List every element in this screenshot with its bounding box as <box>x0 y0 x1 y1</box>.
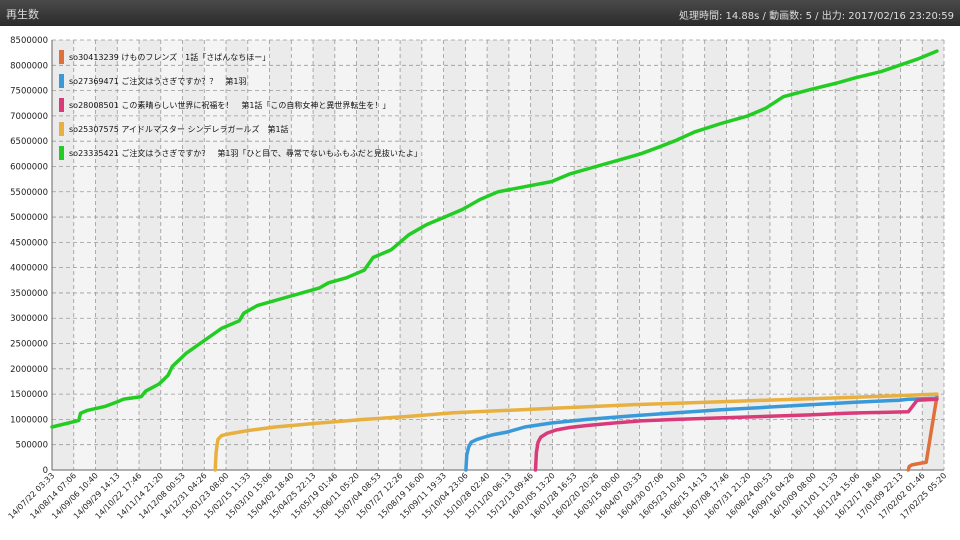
legend-label: so23335421 ご注文はうさぎですか？ 第1羽「ひと目で、尋常でないもふも… <box>69 148 422 158</box>
legend-label: so30413239 けものフレンズ 1話「さばんなちほー」 <box>69 52 270 62</box>
y-tick-label: 2500000 <box>10 340 48 350</box>
y-tick-label: 3500000 <box>10 289 48 299</box>
plot-band <box>487 40 509 470</box>
y-tick-label: 6500000 <box>10 137 48 147</box>
legend-swatch <box>59 146 64 160</box>
y-tick-label: 5000000 <box>10 213 48 223</box>
plot-band <box>704 40 727 470</box>
y-tick-label: 6000000 <box>10 162 48 172</box>
plot-band <box>922 40 944 470</box>
x-axis: 14/07/22 03:3314/08/14 07:0614/09/06 10:… <box>7 471 949 521</box>
legend-swatch <box>59 122 64 136</box>
plot-band <box>400 40 422 470</box>
y-tick-label: 4500000 <box>10 238 48 248</box>
y-tick-label: 7000000 <box>10 112 48 122</box>
legend-swatch <box>59 50 64 64</box>
plot-band <box>856 40 879 470</box>
y-tick-label: 3000000 <box>10 314 48 324</box>
views-chart: 0500000100000015000002000000250000030000… <box>7 36 949 521</box>
y-tick-label: 8000000 <box>10 61 48 71</box>
y-tick-label: 5500000 <box>10 188 48 198</box>
y-tick-label: 2000000 <box>10 365 48 375</box>
legend-label: so28008501 この素晴らしい世界に祝福を！ 第1話「この自称女神と異世界… <box>69 100 390 110</box>
plot-band <box>552 40 575 470</box>
plot-band <box>726 40 749 470</box>
plot-band <box>443 40 466 470</box>
plot-band <box>465 40 488 470</box>
y-tick-label: 1000000 <box>10 415 48 425</box>
legend-swatch <box>59 98 64 112</box>
plot-band <box>661 40 683 470</box>
y-tick-label: 7500000 <box>10 87 48 97</box>
legend-label: so27369471 ご注文はうさぎですか？？ 第1羽 <box>69 76 246 86</box>
legend-label: so25307575 アイドルマスター シンデレラガールズ 第1話 <box>69 124 289 134</box>
plot-band <box>682 40 705 470</box>
plot-band <box>508 40 531 470</box>
plot-band <box>421 40 444 470</box>
plot-band <box>530 40 553 470</box>
status-text: 処理時間: 14.88s / 動画数: 5 / 出力: 2017/02/16 2… <box>678 11 954 22</box>
y-axis: 0500000100000015000002000000250000030000… <box>10 36 48 476</box>
y-tick-label: 8500000 <box>10 36 48 46</box>
title-bar: 再生数 処理時間: 14.88s / 動画数: 5 / 出力: 2017/02/… <box>0 0 960 26</box>
window-title: 再生数 <box>6 8 39 21</box>
y-tick-label: 4000000 <box>10 264 48 274</box>
legend-swatch <box>59 74 64 88</box>
y-tick-label: 1500000 <box>10 390 48 400</box>
y-tick-label: 500000 <box>16 441 48 451</box>
plot-band <box>835 40 857 470</box>
plot-band <box>878 40 901 470</box>
